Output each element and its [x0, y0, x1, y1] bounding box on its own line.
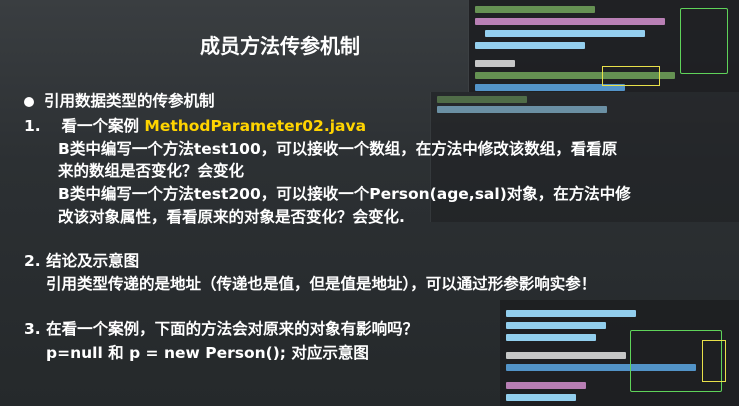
slide: 成员方法传参机制 引用数据类型的传参机制 1. 看一个案例 MethodPara…	[0, 0, 739, 406]
bullet-heading: 引用数据类型的传参机制	[44, 92, 215, 110]
item1-heading: 1. 看一个案例 MethodParameter02.java	[24, 115, 366, 137]
item3-line1: p=null 和 p = new Person(); 对应示意图	[46, 344, 369, 362]
item1-line4: 改该对象属性，看看原来的对象是否变化？会变化.	[58, 208, 405, 226]
annotation-box	[602, 66, 660, 86]
item1-number: 1.	[24, 117, 41, 135]
item1-line3: B类中编写一个方法test200，可以接收一个Person(age,sal)对象…	[58, 185, 631, 203]
item3-heading: 3. 在看一个案例，下面的方法会对原来的对象有影响吗？	[24, 320, 419, 338]
item2-line1: 引用类型传递的是地址（传递也是值，但是值是地址），可以通过形参影响实参！	[46, 275, 597, 293]
annotation-box-bottom	[702, 340, 726, 382]
item1-prefix: 看一个案例	[61, 117, 145, 135]
memory-diagram-box	[680, 8, 728, 74]
bullet-dot-icon	[24, 97, 34, 107]
item1-line2: 来的数组是否变化？会变化	[58, 162, 245, 180]
item1-line1: B类中编写一个方法test100，可以接收一个数组，在方法中修改该数组，看看原	[58, 140, 618, 158]
item2-heading: 2. 结论及示意图	[24, 252, 140, 270]
slide-title: 成员方法传参机制	[200, 34, 360, 58]
item1-filename: MethodParameter02.java	[144, 117, 367, 135]
